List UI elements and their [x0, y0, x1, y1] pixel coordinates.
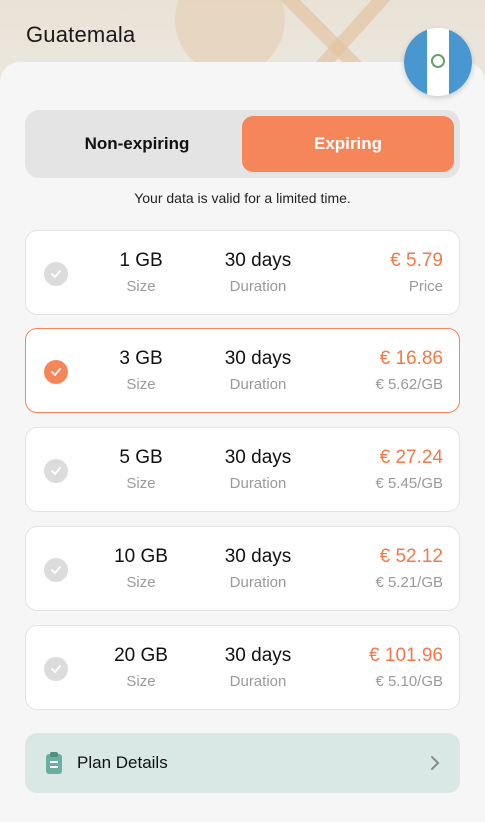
plan-card[interactable]: 1 GB Size 30 days Duration € 5.79 Price [25, 230, 460, 315]
chevron-right-icon [431, 756, 440, 770]
validity-note: Your data is valid for a limited time. [134, 190, 351, 206]
plan-duration: 30 days Duration [224, 546, 292, 591]
plan-card[interactable]: 20 GB Size 30 days Duration € 101.96 € 5.10/G… [25, 625, 460, 710]
check-icon [44, 262, 68, 286]
plan-card[interactable]: 10 GB Size 30 days Duration € 52.12 € 5.21/GB [25, 526, 460, 611]
plan-card[interactable]: 3 GB Size 30 days Duration € 16.86 € 5.62/GB [25, 328, 460, 413]
check-icon [44, 657, 68, 681]
country-title: Guatemala [26, 22, 136, 47]
clipboard-icon [46, 752, 62, 774]
plan-price: € 101.96 € 5.10/GB [369, 645, 443, 690]
plan-price: € 16.86 € 5.62/GB [375, 348, 443, 393]
check-icon [44, 558, 68, 582]
plan-duration: 30 days Duration [224, 348, 292, 393]
plan-size: 20 GB Size [114, 645, 168, 690]
expiry-toggle: Non-expiring Expiring [25, 110, 460, 178]
check-icon [44, 459, 68, 483]
plan-duration: 30 days Duration [224, 447, 292, 492]
plan-price: € 27.24 € 5.45/GB [375, 447, 443, 492]
plan-size: 1 GB Size [119, 250, 163, 295]
plan-duration: 30 days Duration [224, 250, 292, 295]
plan-duration: 30 days Duration [224, 645, 292, 690]
check-icon [44, 360, 68, 384]
plan-size: 10 GB Size [114, 546, 168, 591]
plan-price: € 5.79 Price [390, 250, 443, 295]
plan-card[interactable]: 5 GB Size 30 days Duration € 27.24 € 5.45/GB [25, 427, 460, 512]
plan-details-button[interactable]: Plan Details [25, 733, 460, 793]
plan-size: 3 GB Size [119, 348, 163, 393]
guatemala-flag-icon [404, 28, 472, 96]
plan-size: 5 GB Size [119, 447, 163, 492]
plan-price: € 52.12 € 5.21/GB [375, 546, 443, 591]
tab-expiring[interactable]: Expiring [242, 116, 454, 172]
tab-non-expiring[interactable]: Non-expiring [31, 116, 243, 172]
plan-details-label: Plan Details [77, 753, 168, 772]
